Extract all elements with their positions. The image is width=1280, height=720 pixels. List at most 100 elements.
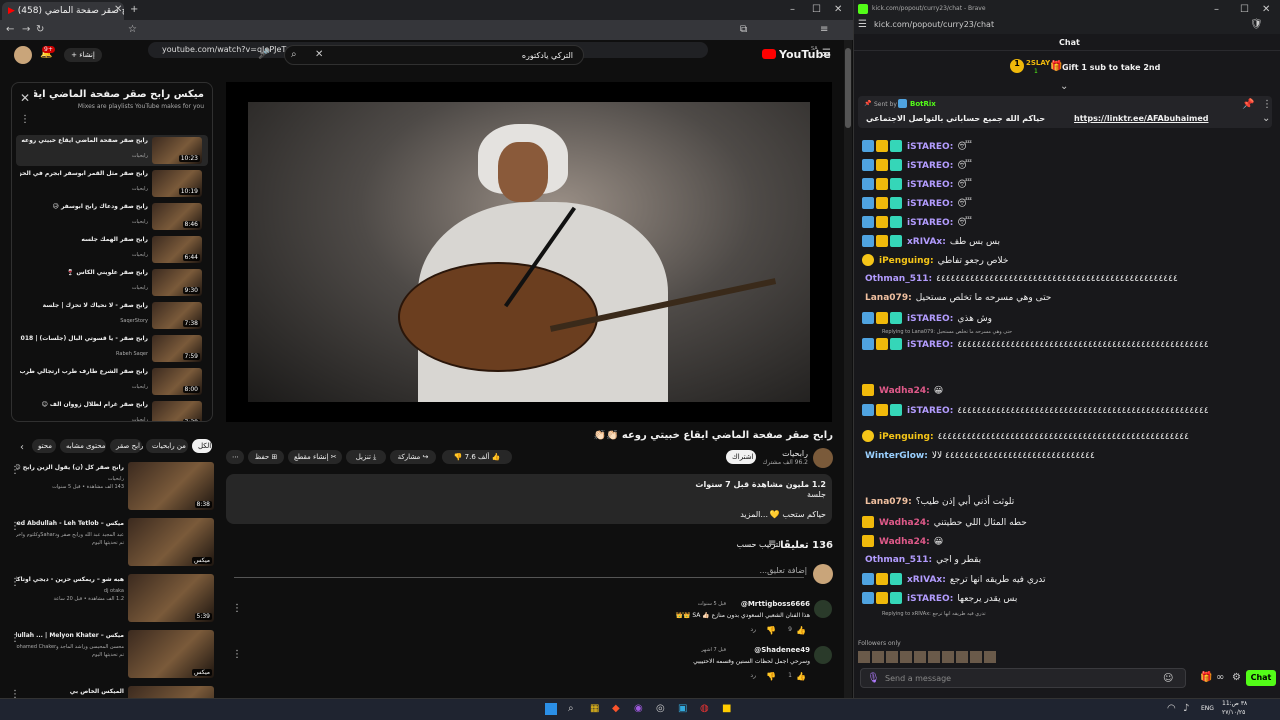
playlist-thumbnail[interactable]: 8:00 (152, 368, 202, 395)
share-button[interactable]: مشاركة ↪ (390, 450, 436, 464)
chat-username[interactable]: Lana079: (865, 497, 912, 507)
playlist-item[interactable]: 10:23 رابح صقر صفحة الماضي ايقاع خبيتي رو… (16, 135, 208, 166)
playlist-thumbnail[interactable]: 10:19 (152, 170, 202, 197)
more-options-icon[interactable]: ⋮ (232, 602, 242, 616)
reply-button[interactable]: رد (750, 626, 756, 633)
like-dislike-group[interactable]: 👎 7.6 ألف 👍 (442, 450, 512, 464)
playlist-thumbnail[interactable]: 10:23 (152, 137, 202, 164)
emoji-icon[interactable]: ☺ (1163, 672, 1173, 686)
chat-message[interactable]: iSTAREO: 😴 (862, 195, 1276, 212)
filter-chip[interactable]: محتوى مشابه (60, 439, 106, 453)
recommended-video[interactable]: 8:38 رابح صقر كل (ن) يقول الزين رابح 😊 راب… (10, 462, 214, 514)
close-tab-icon[interactable]: ✕ (114, 3, 122, 17)
chat-username[interactable]: iSTAREO: (907, 314, 953, 324)
chat-username[interactable]: iSTAREO: (907, 199, 953, 209)
comment-user[interactable]: @Mrttigboss6666 (741, 600, 810, 608)
chat-username[interactable]: xRIVAx: (907, 237, 946, 247)
download-button[interactable]: تنزيل ⤓ (346, 450, 386, 464)
playlist-item-title[interactable]: رابح صقر صفحة الماضي ايقاع خبيتي روعه 👏🏻 (20, 137, 148, 144)
playlist-item[interactable]: 7:38 رابح صقر غرام لطلال زووان آلف 😊 رابحي… (16, 399, 208, 421)
recommended-video[interactable]: 5:39 هبه شو – ريمكس حزين - ديجي اوتاكا Dj… (10, 574, 214, 626)
chat-message[interactable]: iSTAREO: 😴 (862, 176, 1276, 193)
dislike-icon[interactable]: 👎 (454, 453, 463, 461)
like-icon[interactable]: 👍 (796, 624, 806, 638)
playlist-item-title[interactable]: رابح صقر الهمك جلسه (20, 236, 148, 243)
chat-username[interactable]: Lana079: (865, 293, 912, 303)
more-options-icon[interactable]: ⋮ (1262, 98, 1272, 112)
scrollbar-thumb[interactable] (845, 48, 851, 128)
chat-username[interactable]: iSTAREO: (907, 218, 953, 228)
recommended-title[interactable]: ميكس – Abdul Majeed Abdullah - Leh Tetlo… (16, 520, 124, 527)
chat-message[interactable]: iSTAREO: 😴 (862, 138, 1276, 155)
settings-icon[interactable]: ⚙ (1232, 671, 1241, 685)
clear-search-icon[interactable]: ✕ (315, 48, 323, 62)
chat-username[interactable]: WinterGlow: (865, 451, 928, 461)
filter-chip[interactable]: رابح صقر (110, 439, 143, 453)
reload-icon[interactable]: ↻ (36, 23, 44, 37)
search-box[interactable]: ⌕ ✕ التركي يادكتوره (284, 45, 584, 65)
playlist-item[interactable]: 10:19 رابح صقر مثل القمر ابوسفر ابجرم في … (16, 168, 208, 199)
chevron-left-icon[interactable]: ‹ (20, 441, 24, 455)
playlist-item-title[interactable]: رابح صقر غرام لطلال زووان آلف 😊 (20, 401, 148, 408)
show-more-link[interactable]: ...المزيد (740, 510, 768, 519)
chat-username[interactable]: iSTAREO: (907, 340, 953, 350)
chat-message[interactable]: iSTAREO: ٤٤٤٤٤٤٤٤٤٤٤٤٤٤٤٤٤٤٤٤٤٤٤٤٤٤٤٤٤٤٤٤… (862, 402, 1276, 419)
pinned-bot[interactable]: BotRix (910, 100, 936, 108)
playlist-thumbnail[interactable]: 8:46 (152, 203, 202, 230)
playlist-item-title[interactable]: رابح صقر - لا نحياك لا تحزك | جلسة (20, 302, 148, 309)
create-button[interactable]: + إنشاء (64, 48, 102, 62)
recommended-title[interactable]: ميكس – Abdul Majeed Abdullah ... | Melyo… (16, 632, 124, 639)
chat-message[interactable]: Wadha24: 😀 (862, 533, 1276, 550)
menu-icon[interactable]: ≡ (820, 23, 828, 37)
recommended-title[interactable]: رابح صقر كل (ن) يقول الزين رابح 😊 (16, 464, 124, 471)
playlist-item[interactable]: 8:00 رابح صقر الشرع طارف طرب ارتجالي طرب ر… (16, 366, 208, 397)
chat-message[interactable]: Wadha24: حطه المثال اللي حطيتني (862, 514, 1276, 531)
hamburger-menu-icon[interactable]: ☰ (822, 47, 831, 61)
commenter-avatar[interactable] (814, 600, 832, 618)
chat-username[interactable]: iSTAREO: (907, 594, 953, 604)
chat-username[interactable]: iSTAREO: (907, 161, 953, 171)
search-icon[interactable]: ⌕ (291, 48, 297, 62)
playlist-thumbnail[interactable]: 6:44 (152, 236, 202, 263)
chat-message[interactable]: iSTAREO: ٤٤٤٤٤٤٤٤٤٤٤٤٤٤٤٤٤٤٤٤٤٤٤٤٤٤٤٤٤٤٤٤… (862, 336, 1276, 353)
search-icon[interactable]: ⌕ (568, 702, 574, 716)
new-tab-icon[interactable]: + (130, 3, 138, 17)
more-options-icon[interactable]: ⋮ (10, 632, 20, 646)
more-options-icon[interactable]: ⋮ (10, 464, 20, 478)
chat-message[interactable]: Wadha24: 😀 (862, 382, 1276, 399)
recommended-thumbnail[interactable]: ميكس (128, 630, 214, 678)
steam-icon[interactable]: ◎ (656, 702, 665, 716)
close-window-icon[interactable]: ✕ (1262, 3, 1270, 17)
app-icon[interactable]: ▣ (678, 702, 687, 716)
back-icon[interactable]: ← (6, 23, 14, 37)
playlist-thumbnail[interactable]: 7:59 (152, 335, 202, 362)
brave-icon[interactable]: ◆ (612, 702, 620, 716)
chat-username[interactable]: Wadha24: (879, 518, 930, 528)
playlist-thumbnail[interactable]: 7:38 (152, 302, 202, 329)
like-icon[interactable]: 👍 (796, 670, 806, 684)
chat-send-button[interactable]: Chat (1246, 670, 1276, 686)
emote-strip[interactable] (858, 651, 998, 663)
clock-date[interactable]: ٢٧/١٠/٢٥ (1222, 709, 1245, 716)
app-icon[interactable]: ■ (722, 702, 731, 716)
minimize-icon[interactable]: – (790, 3, 795, 17)
chat-username[interactable]: Wadha24: (879, 386, 930, 396)
minimize-icon[interactable]: – (1214, 3, 1219, 17)
gift-user[interactable]: 2SLAY (1026, 59, 1050, 67)
chat-username[interactable]: xRIVAx: (907, 575, 946, 585)
chat-username[interactable]: Othman_511: (865, 274, 932, 284)
dislike-icon[interactable]: 👎 (766, 670, 776, 684)
filter-chip[interactable]: من رابحيات (146, 439, 188, 453)
chat-username[interactable]: Wadha24: (879, 537, 930, 547)
chat-username[interactable]: iSTAREO: (907, 406, 953, 416)
video-player[interactable] (226, 82, 832, 422)
bookmark-icon[interactable]: ☆ (128, 23, 137, 37)
maximize-icon[interactable]: ☐ (1240, 3, 1249, 17)
pinned-link[interactable]: https://linktr.ee/AFAbuhaimed (1074, 114, 1209, 123)
chat-message[interactable]: iSTAREO: وش هذي (862, 310, 1276, 327)
language-indicator[interactable]: ENG (1201, 705, 1214, 712)
voice-search-icon[interactable]: 🎤 (258, 48, 270, 62)
expand-icon[interactable]: ⌄ (1060, 80, 1068, 94)
chrome-icon[interactable]: ◍ (700, 702, 709, 716)
wifi-icon[interactable]: ◠ (1167, 702, 1176, 716)
